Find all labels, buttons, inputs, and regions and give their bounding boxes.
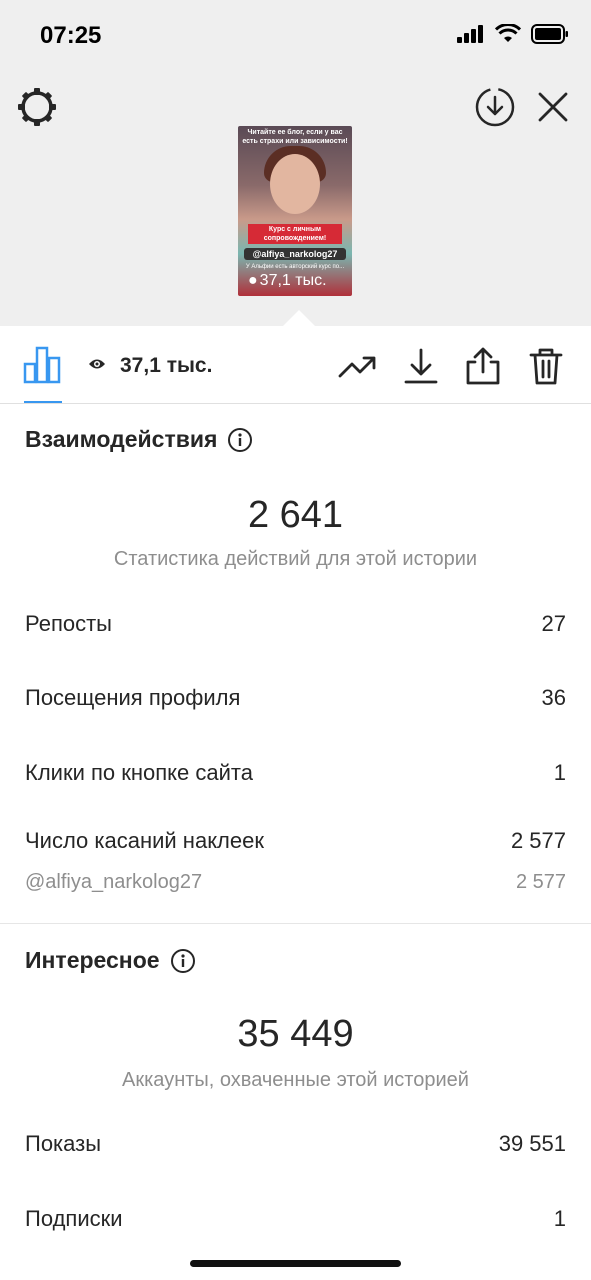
section-divider bbox=[0, 923, 591, 924]
stat-row-profile-visits: Посещения профиля 36 bbox=[25, 685, 566, 711]
thumbnail-face bbox=[270, 154, 320, 214]
stat-label: Посещения профиля bbox=[25, 685, 241, 710]
preview-pointer bbox=[283, 310, 315, 326]
stat-row-sticker-taps: Число касаний наклеек 2 577 bbox=[25, 828, 566, 854]
share-icon[interactable] bbox=[463, 346, 503, 386]
story-preview-area: 07:25 Читайте ее блог, если у вас есть с… bbox=[0, 0, 591, 326]
interactions-total: 2 641 bbox=[247, 494, 344, 536]
thumbnail-caption-top: Читайте ее блог, если у вас есть страхи … bbox=[242, 129, 348, 145]
thumbnail-caption-bottom: У Альфии есть авторский курс по... bbox=[245, 264, 345, 270]
status-time: 07:25 bbox=[40, 22, 102, 49]
bar-chart-icon[interactable] bbox=[22, 344, 64, 386]
story-tab-bar: 37,1 тыс. bbox=[0, 326, 591, 404]
stat-value: 27 bbox=[541, 611, 566, 636]
stat-label: Подписки bbox=[25, 1206, 123, 1231]
thumbnail-views: ● 37,1 тыс. bbox=[248, 272, 327, 290]
interactions-title: Взаимодействия bbox=[25, 426, 253, 453]
story-thumbnail[interactable]: Читайте ее блог, если у вас есть страхи … bbox=[238, 126, 352, 296]
status-icons bbox=[457, 24, 569, 44]
info-icon[interactable] bbox=[170, 948, 196, 974]
stat-value: 36 bbox=[541, 685, 566, 710]
home-indicator[interactable] bbox=[190, 1260, 401, 1267]
stat-row-website-clicks: Клики по кнопке сайта 1 bbox=[25, 760, 566, 786]
thumbnail-caption-middle: Курс с личным сопровождением! bbox=[248, 224, 342, 244]
tab-active-indicator bbox=[24, 401, 62, 403]
views-count: 37,1 тыс. bbox=[120, 354, 213, 377]
stat-row-sticker-mention: @alfiya_narkolog27 2 577 bbox=[25, 871, 566, 894]
discovery-title: Интересное bbox=[25, 947, 196, 974]
stat-label: Показы bbox=[25, 1131, 102, 1156]
stat-label: Репосты bbox=[25, 611, 112, 636]
discovery-caption: Аккаунты, охваченные этой историей bbox=[122, 1069, 469, 1091]
download-icon[interactable] bbox=[401, 346, 441, 386]
stat-label: @alfiya_narkolog27 bbox=[25, 871, 203, 893]
discovery-total: 35 449 bbox=[237, 1013, 354, 1055]
info-icon[interactable] bbox=[227, 427, 253, 453]
trending-up-icon[interactable] bbox=[338, 346, 378, 386]
stat-row-reposts: Репосты 27 bbox=[25, 611, 566, 637]
stat-row-impressions: Показы 39 551 bbox=[25, 1131, 566, 1157]
eye-icon bbox=[89, 359, 105, 369]
discovery-title-label: Интересное bbox=[25, 947, 160, 973]
stat-value: 1 bbox=[553, 760, 566, 785]
stat-value: 39 551 bbox=[498, 1131, 566, 1156]
gear-icon[interactable] bbox=[16, 86, 58, 128]
battery-icon bbox=[531, 24, 568, 44]
interactions-caption: Статистика действий для этой истории bbox=[113, 548, 478, 570]
stat-label: Число касаний наклеек bbox=[25, 828, 264, 853]
close-icon[interactable] bbox=[534, 88, 572, 126]
download-circle-icon[interactable] bbox=[474, 86, 516, 128]
stat-value: 2 577 bbox=[515, 871, 566, 893]
signal-icon bbox=[457, 25, 483, 43]
trash-icon[interactable] bbox=[526, 346, 566, 386]
stat-row-follows: Подписки 1 bbox=[25, 1206, 566, 1232]
thumbnail-views-label: 37,1 тыс. bbox=[259, 272, 327, 289]
stat-label: Клики по кнопке сайта bbox=[25, 760, 253, 785]
thumbnail-mention: @alfiya_narkolog27 bbox=[244, 248, 346, 260]
wifi-icon bbox=[495, 24, 521, 42]
stat-value: 1 bbox=[553, 1206, 566, 1231]
interactions-title-label: Взаимодействия bbox=[25, 426, 218, 452]
thumbnail-eye-icon: ● bbox=[248, 272, 258, 289]
stat-value: 2 577 bbox=[510, 828, 566, 853]
